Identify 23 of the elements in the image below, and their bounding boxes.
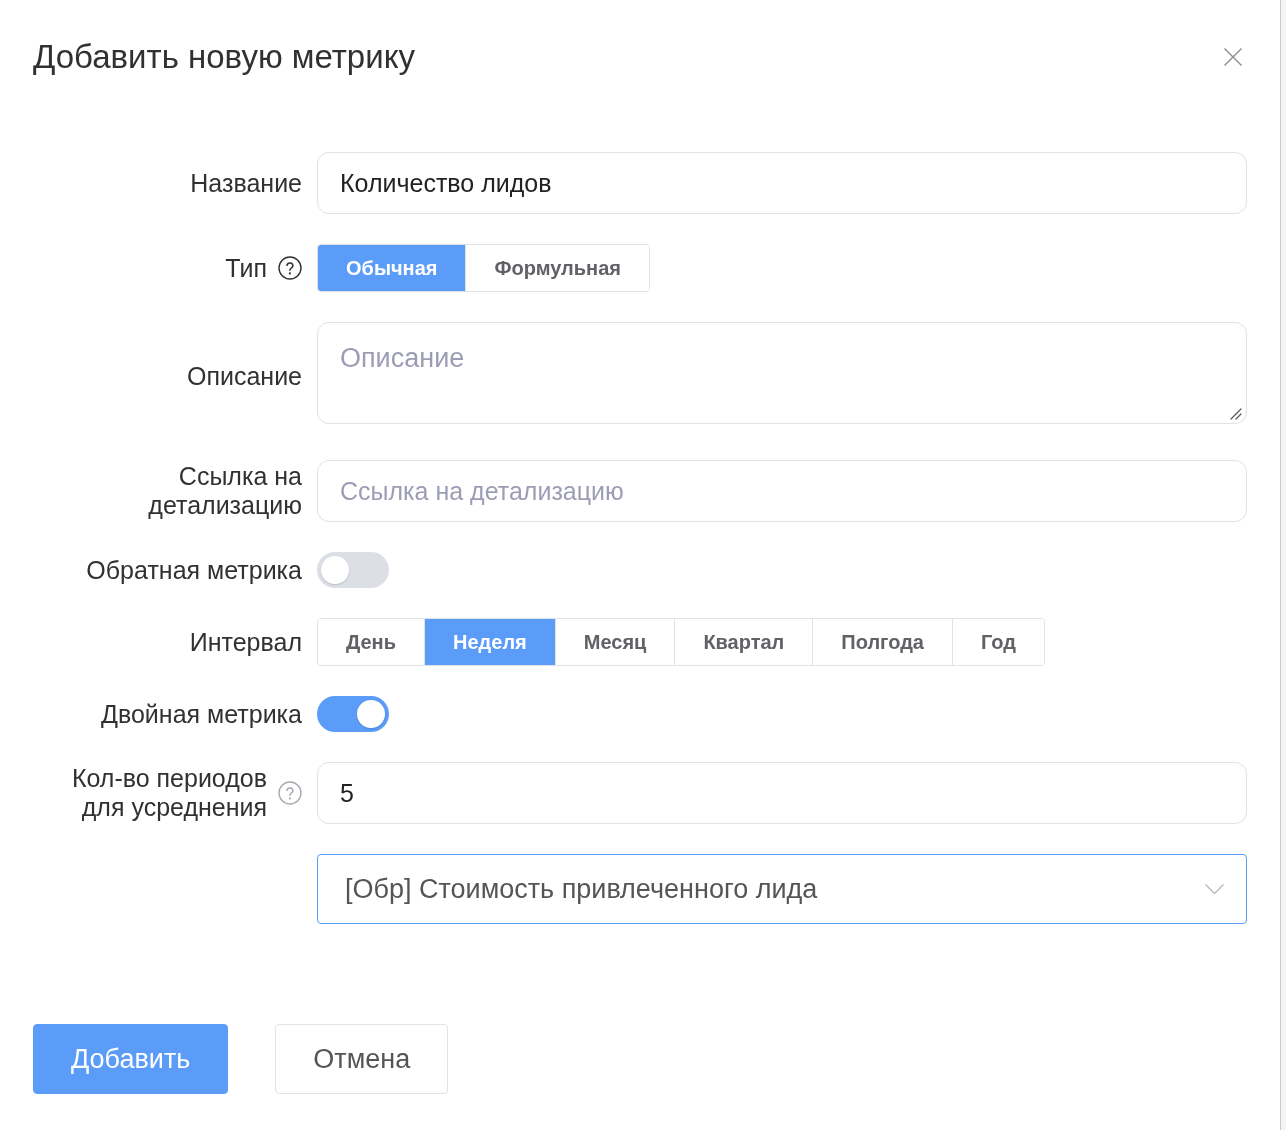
select-field[interactable]: [Обр] Стоимость привлеченного лида [317, 854, 1247, 924]
field-label: Обратная метрика [86, 555, 302, 585]
close-icon [1224, 48, 1242, 66]
toggle-switch[interactable] [317, 552, 389, 588]
text-input[interactable]: 5 [317, 762, 1247, 824]
field-label: Ссылка на детализацию [147, 462, 302, 520]
dialog-title: Добавить новую метрику [33, 37, 415, 77]
text-input[interactable]: Количество лидов [317, 152, 1247, 214]
field-label: Тип [225, 253, 267, 283]
resize-grip-icon[interactable] [1230, 408, 1242, 420]
field-label: Двойная метрика [101, 699, 302, 729]
chevron-down-icon [1205, 884, 1224, 894]
segment-button[interactable]: Год [951, 619, 1044, 665]
text-area[interactable]: Описание [317, 322, 1247, 424]
field-label: Название [190, 168, 302, 198]
field-label: Кол-во периодов для усреднения [70, 764, 267, 822]
field-label: Интервал [189, 627, 302, 657]
close-button[interactable] [1224, 48, 1242, 66]
field-label: Описание [186, 361, 302, 391]
toggle-switch[interactable] [317, 696, 389, 732]
secondary-button[interactable]: Отмена [275, 1024, 449, 1094]
text-input[interactable]: Ссылка на детализацию [317, 460, 1247, 522]
segment-button[interactable]: Формульная [465, 245, 649, 291]
